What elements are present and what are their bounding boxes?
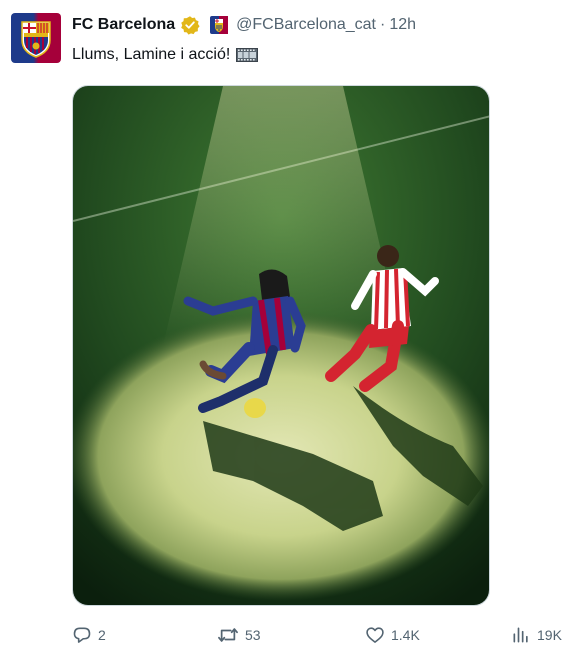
reply-count: 2 [98,627,106,643]
football-spotlight-photo [73,86,489,605]
tweet-text-container: Llums, Lamine i acció! [72,44,259,66]
retweet-count: 53 [245,627,261,643]
heart-icon [365,625,385,645]
display-name[interactable]: FC Barcelona [72,13,175,37]
retweet-icon [217,625,239,645]
header-separator: · [380,16,386,33]
analytics-bars-icon [511,625,531,645]
retweet-button[interactable]: 53 [217,622,261,648]
tweet[interactable]: FC Barcelona @FCBarcelona_cat · 12h Llum… [0,0,576,667]
reply-icon [72,625,92,645]
fc-barcelona-crest-icon [21,21,51,58]
tweet-header: FC Barcelona @FCBarcelona_cat · 12h [72,13,416,37]
user-handle[interactable]: @FCBarcelona_cat [236,13,376,37]
timestamp[interactable]: 12h [389,13,416,37]
gold-verified-icon[interactable] [180,15,200,35]
reply-button[interactable]: 2 [72,622,106,648]
avatar[interactable] [11,13,61,63]
tweet-text: Llums, Lamine i acció! [72,46,231,63]
film-frames-icon [236,48,259,62]
views-button[interactable]: 19K [511,622,562,648]
like-count: 1.4K [391,627,420,643]
like-button[interactable]: 1.4K [365,622,420,648]
view-count: 19K [537,627,562,643]
tweet-photo[interactable] [72,85,490,606]
affiliate-badge-icon[interactable] [210,16,229,34]
tweet-actions: 2 53 1.4K 19K [72,622,568,648]
